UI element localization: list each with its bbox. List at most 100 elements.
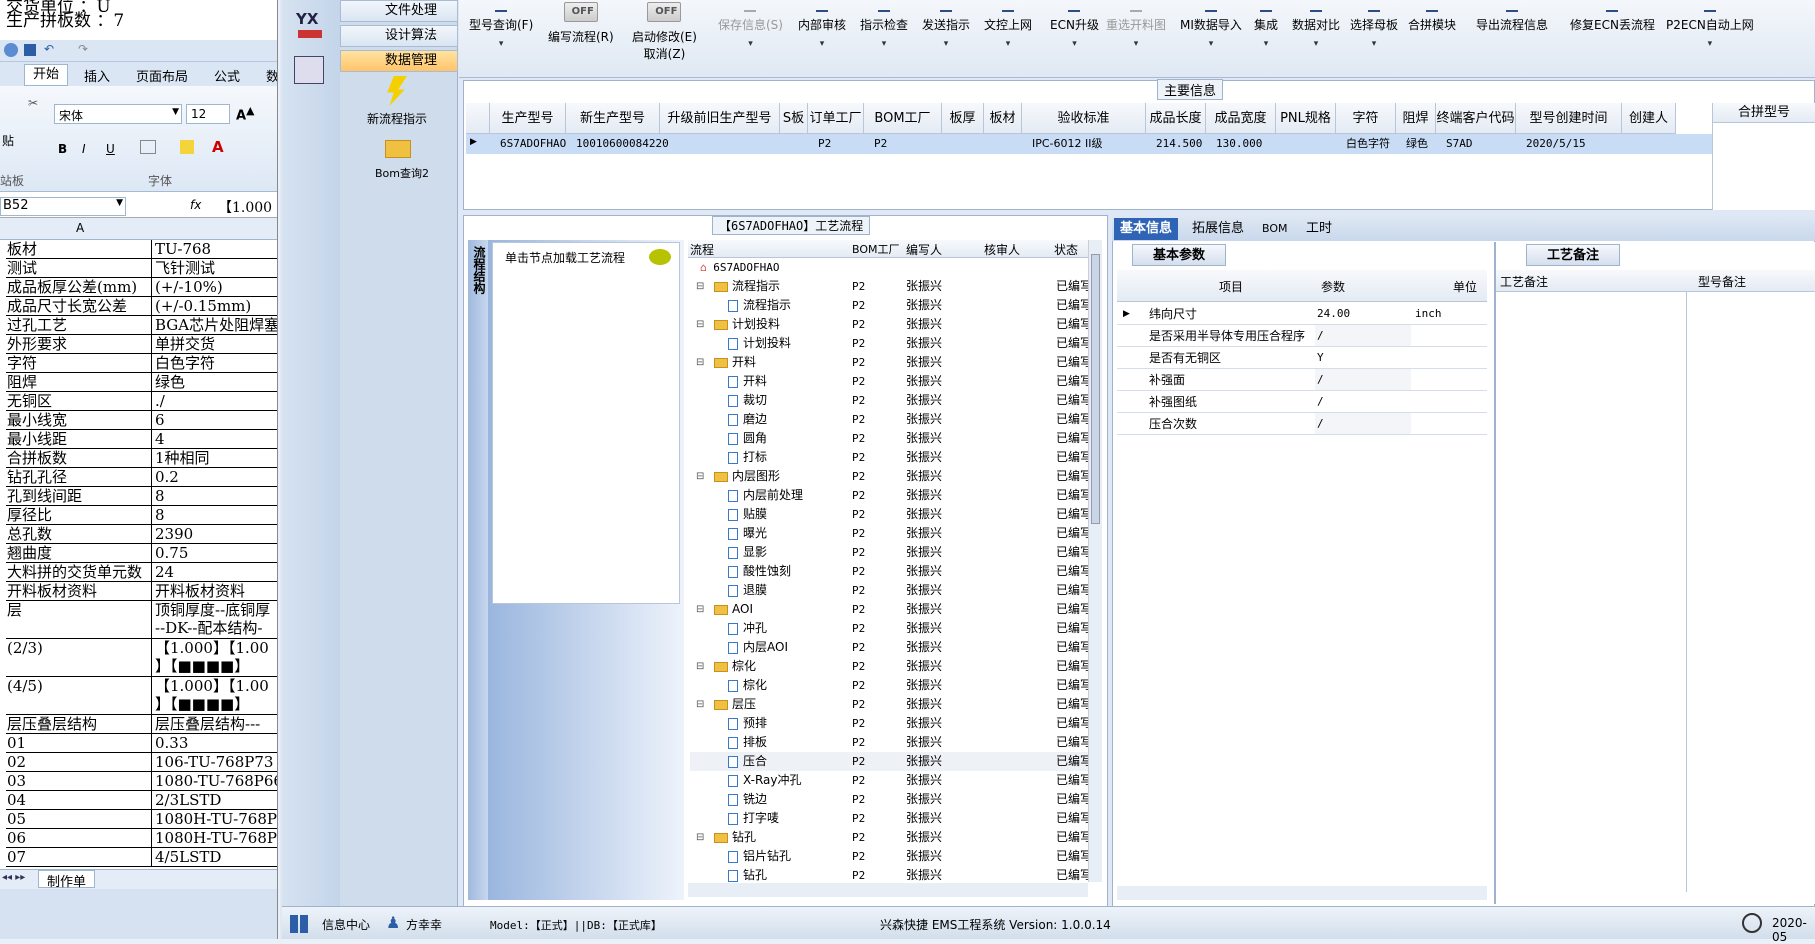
flow-node[interactable]: 圆角 P2 张振兴 已编写 [690,429,1090,448]
chevron-down-icon[interactable]: ▾ [922,39,970,49]
excel-row[interactable]: 总孔数 2390 [6,525,277,544]
excel-row[interactable]: 钻孔孔径 0.2 [6,468,277,487]
excel-tab-data[interactable]: 数 [266,66,277,85]
flow-node[interactable]: ⊟ 棕化 P2 张振兴 已编写 [690,657,1090,676]
cell-a[interactable]: 最小线距 [6,430,152,448]
param-value[interactable]: 24.00 [1315,303,1411,324]
cut-icon[interactable]: ✂ [28,96,38,110]
main-info-cell[interactable]: 白色字符 [1346,134,1390,154]
flow-node[interactable]: ⊟ 计划投料 P2 张振兴 已编写 [690,315,1090,334]
info-center-icon[interactable] [290,915,308,933]
scroll-thumb[interactable] [1091,254,1100,524]
sheet-nav-icon[interactable]: ◂◂ ▸▸ [2,872,25,883]
flow-node[interactable]: 棕化 P2 张振兴 已编写 [690,676,1090,695]
save-icon[interactable] [24,44,36,56]
flow-node[interactable]: 压合 P2 张振兴 已编写 [690,752,1090,771]
folder-icon[interactable] [385,140,411,158]
chevron-down-icon[interactable]: ▾ [1106,39,1166,49]
cell-b[interactable]: TU-768 [155,240,277,258]
collapse-icon[interactable]: ⊟ [696,657,704,676]
excel-row[interactable]: 07 4/5LSTD [6,848,277,867]
flow-node[interactable]: ⊟ 开料 P2 张振兴 已编写 [690,353,1090,372]
cell-b[interactable]: 单拼交货 [155,335,277,353]
cell-a[interactable]: 翘曲度 [6,544,152,562]
cell-a[interactable]: 钻孔孔径 [6,468,152,486]
cell-b[interactable]: 2390 [155,525,277,543]
toolbar-button-4[interactable]: 内部审核 ▾ [798,10,846,49]
cell-a[interactable]: 06 [6,829,152,847]
col-author[interactable]: 编写人 [906,241,942,258]
cell-a[interactable]: 最小线宽 [6,411,152,429]
main-info-col[interactable]: 终端客户代码 [1436,103,1516,134]
toolbar-button-14[interactable]: 合拼模块 [1408,10,1456,33]
flow-node[interactable]: ⊟ 流程指示 P2 张振兴 已编写 [690,277,1090,296]
main-info-cell[interactable]: 10010600084220 [576,134,669,154]
flow-node[interactable]: 酸性蚀刻 P2 张振兴 已编写 [690,562,1090,581]
name-box[interactable]: B52 ▼ [0,197,126,216]
param-value[interactable]: / [1315,325,1411,346]
toolbar-button-6[interactable]: 发送指示 ▾ [922,10,970,49]
cell-b[interactable]: 开料板材资料 [155,582,277,600]
collapse-icon[interactable]: ⊟ [696,695,704,714]
param-row[interactable]: 是否有无铜区 Y [1117,347,1487,369]
flow-node[interactable]: ⊟ 内层图形 P2 张振兴 已编写 [690,467,1090,486]
column-a-header[interactable]: A [76,221,84,235]
main-info-cell[interactable]: P2 [874,134,887,154]
cell-b[interactable]: 1080H-TU-768P71 [155,810,277,828]
cell-a[interactable]: 07 [6,848,152,866]
cell-a[interactable]: 外形要求 [6,335,152,353]
main-info-col[interactable]: 验收标准 [1022,103,1146,134]
chevron-down-icon[interactable]: ▾ [718,39,783,49]
excel-row[interactable]: 字符 白色字符 [6,354,277,373]
cell-b[interactable]: 0.2 [155,468,277,486]
excel-row[interactable]: 翘曲度 0.75 [6,544,277,563]
redo-icon[interactable]: ↷ [78,42,88,56]
main-info-col[interactable]: 新生产型号 [566,103,660,134]
main-info-col[interactable]: 订单工厂 [808,103,864,134]
cell-a[interactable]: (2/3) [6,639,152,676]
collapse-icon[interactable]: ⊟ [696,828,704,847]
cell-b[interactable]: 24 [155,563,277,581]
tab-extended-info[interactable]: 拓展信息 [1186,218,1250,240]
main-info-col[interactable]: 升级前旧生产型号 [660,103,780,134]
cell-a[interactable]: 厚径比 [6,506,152,524]
cell-a[interactable]: 01 [6,734,152,752]
excel-row[interactable]: 04 2/3LSTD [6,791,277,810]
main-info-cell[interactable]: 绿色 [1406,134,1428,154]
cell-b[interactable]: 0.33 [155,734,277,752]
chevron-down-icon[interactable]: ▾ [1292,39,1340,49]
cell-a[interactable]: 孔到线间距 [6,487,152,505]
toggle-switch[interactable]: OFF [563,2,598,22]
font-name-select[interactable]: 宋体 ▼ [54,104,182,124]
formula-content[interactable]: 【1.000 [218,197,272,217]
excel-row[interactable]: 成品板厚公差(mm) (+/-10%) [6,278,277,297]
param-row[interactable]: 压合次数 / [1117,413,1487,435]
cell-b[interactable]: 106-TU-768P73 [155,753,277,771]
excel-row[interactable]: 最小线距 4 [6,430,277,449]
office-button-icon[interactable] [4,43,18,57]
cell-b[interactable]: ./ [155,392,277,410]
chevron-down-icon[interactable]: ▾ [1180,39,1242,49]
col-flow[interactable]: 流程 [690,241,714,258]
cell-a[interactable]: 过孔工艺 [6,316,152,334]
col-process-note[interactable]: 工艺备注 [1500,273,1548,290]
excel-row-layer[interactable]: 层顶铜厚度--底铜厚 --DK--配本结构- [6,601,277,639]
cell-a[interactable]: 层压叠层结构 [6,715,152,733]
chevron-down-icon[interactable]: ▾ [984,39,1032,49]
cell-a[interactable]: 成品尺寸长宽公差 [6,297,152,315]
toolbar-button-15[interactable]: 导出流程信息 [1476,10,1548,33]
excel-row[interactable]: 无铜区 ./ [6,392,277,411]
font-size-select[interactable]: 12 [186,104,230,124]
param-value[interactable]: / [1315,413,1411,434]
toggle-switch[interactable]: OFF [647,2,682,22]
main-info-cell[interactable]: 130.000 [1216,134,1262,154]
flow-structure-tab[interactable]: 流程结构 [468,240,488,900]
toolbar-button-11[interactable]: 集成 ▾ [1254,10,1278,49]
main-info-col[interactable]: PNL规格 [1276,103,1336,134]
flow-node[interactable]: 内层前处理 P2 张振兴 已编写 [690,486,1090,505]
excel-row-23[interactable]: (2/3) 【1.000】【1.00 】【■■■■】 [6,639,277,677]
cell-b[interactable]: 6 [155,411,277,429]
param-value[interactable]: / [1315,391,1411,412]
flow-root[interactable]: ⌂ 6S7ADOFHAO [700,261,779,274]
tab-bom[interactable]: BOM [1256,218,1294,240]
